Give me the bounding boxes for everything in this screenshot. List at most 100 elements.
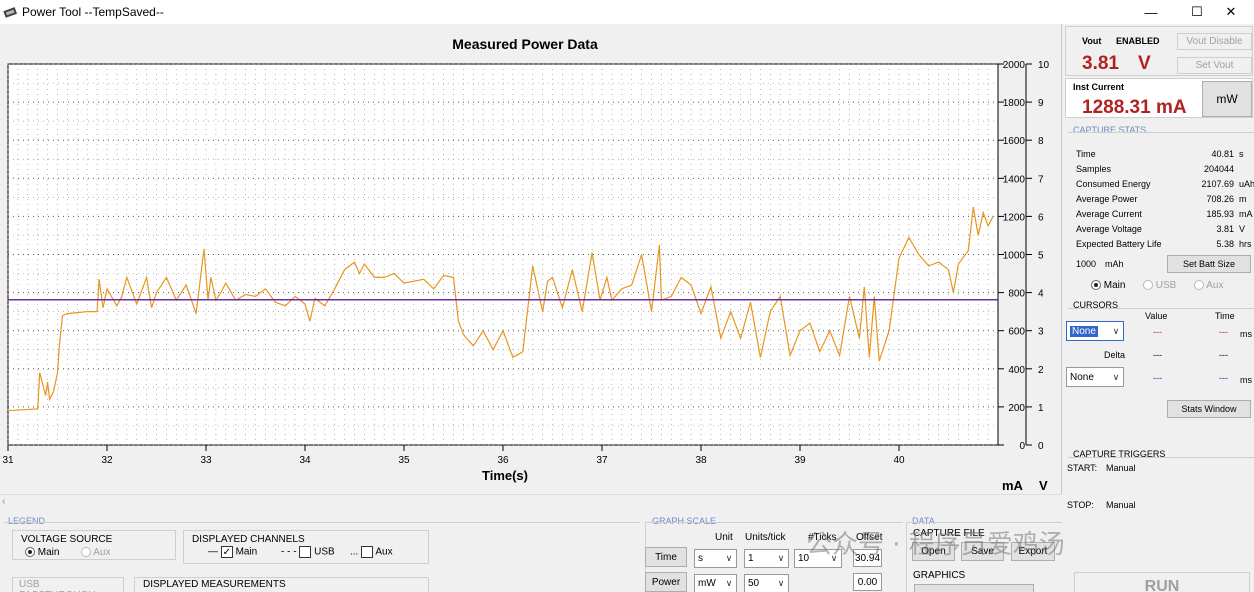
y-tick-label-ma: 400 bbox=[1008, 365, 1025, 376]
vs-aux-radio[interactable] bbox=[81, 547, 91, 558]
stat-unit: V bbox=[1239, 224, 1246, 234]
cursor2-reading: --- bbox=[1153, 373, 1162, 383]
cursor2-ms: ms bbox=[1240, 375, 1252, 385]
y-tick-label-v: 6 bbox=[1038, 212, 1044, 223]
stat-label: Consumed Energy bbox=[1076, 179, 1151, 189]
vs-main-radio[interactable] bbox=[25, 547, 35, 558]
usb-passthrough-title: USB PASSTHROUGH bbox=[19, 579, 96, 592]
vout-disable-button[interactable]: Vout Disable bbox=[1177, 33, 1252, 50]
vout-box: Vout ENABLED 3.81 V Vout Disable Set Vou… bbox=[1065, 26, 1253, 76]
ch-aux-label: Aux bbox=[375, 546, 393, 558]
delta-label: Delta bbox=[1104, 350, 1126, 360]
src-aux-option[interactable]: Aux bbox=[1194, 280, 1223, 291]
stat-value: 2107.69 bbox=[1201, 179, 1234, 189]
vs-aux-label: Aux bbox=[93, 547, 111, 558]
maximize-icon: ☐ bbox=[1191, 4, 1203, 19]
left-axis-unit: mA bbox=[1002, 478, 1023, 493]
src-usb-option[interactable]: USB bbox=[1143, 280, 1176, 291]
time-units-tick-select[interactable]: 1 ∨ bbox=[744, 549, 789, 568]
y-tick-label-v: 4 bbox=[1038, 289, 1044, 300]
run-button[interactable]: RUN bbox=[1074, 572, 1250, 592]
y-tick-label-ma: 200 bbox=[1008, 403, 1025, 414]
chevron-down-icon: ∨ bbox=[777, 553, 785, 563]
start-trigger-label: START: bbox=[1067, 463, 1098, 473]
stat-label: Samples bbox=[1076, 164, 1112, 174]
chevron-down-icon: ∨ bbox=[1112, 325, 1120, 336]
mw-toggle-button[interactable]: mW bbox=[1202, 81, 1252, 117]
ch-aux-option[interactable]: ... Aux bbox=[350, 546, 393, 558]
ch-main-checkbox[interactable]: ✓ bbox=[220, 546, 233, 558]
x-tick-label: 39 bbox=[794, 455, 806, 466]
cursor2-select[interactable]: None ∨ bbox=[1066, 367, 1124, 387]
vout-label: Vout bbox=[1082, 36, 1102, 46]
src-main-label: Main bbox=[1103, 280, 1126, 291]
usb-line-swatch: - - - bbox=[281, 546, 300, 558]
minimize-button[interactable]: — bbox=[1128, 0, 1174, 24]
y-tick-label-v: 3 bbox=[1038, 327, 1044, 338]
y-tick-label-ma: 1600 bbox=[1003, 136, 1026, 147]
chart-title: Measured Power Data bbox=[452, 36, 598, 52]
y-tick-label-v: 0 bbox=[1038, 441, 1044, 452]
scroll-left-icon[interactable]: ‹ bbox=[2, 496, 12, 510]
ch-usb-option[interactable]: - - - USB bbox=[281, 546, 335, 558]
inst-current-value: 1288.31 mA bbox=[1082, 97, 1187, 118]
ch-aux-checkbox[interactable] bbox=[361, 546, 374, 558]
stat-value: 708.26 bbox=[1206, 194, 1234, 204]
src-usb-radio[interactable] bbox=[1143, 280, 1153, 291]
x-tick-label: 32 bbox=[101, 455, 113, 466]
vs-main-option[interactable]: Main bbox=[25, 547, 59, 558]
x-tick-label: 33 bbox=[200, 455, 212, 466]
displayed-channels-group: DISPLAYED CHANNELS — ✓ Main - - - USB ..… bbox=[183, 530, 429, 564]
chevron-down-icon: ∨ bbox=[725, 553, 733, 563]
chart-scrollbar[interactable]: ‹ bbox=[0, 494, 1062, 510]
stat-unit: s bbox=[1239, 149, 1244, 159]
cursor1-ms: ms bbox=[1240, 329, 1252, 339]
chevron-down-icon: ∨ bbox=[777, 578, 785, 588]
cursor2-value: None bbox=[1070, 371, 1094, 383]
stat-label: Time bbox=[1076, 149, 1096, 159]
x-tick-label: 35 bbox=[398, 455, 410, 466]
ch-usb-checkbox[interactable] bbox=[299, 546, 312, 558]
power-units-tick-value: 50 bbox=[748, 578, 760, 589]
y-tick-label-ma: 1200 bbox=[1003, 212, 1026, 223]
time-scale-button[interactable]: Time bbox=[645, 547, 687, 567]
src-aux-radio[interactable] bbox=[1194, 280, 1204, 291]
stats-window-button[interactable]: Stats Window bbox=[1167, 400, 1251, 418]
power-offset-input[interactable]: 0.00 bbox=[853, 573, 882, 591]
power-units-tick-select[interactable]: 50 ∨ bbox=[744, 574, 789, 592]
cursor1-time: --- bbox=[1219, 327, 1228, 337]
main-line-swatch: — bbox=[208, 546, 221, 558]
voltage-source-title: VOLTAGE SOURCE bbox=[21, 534, 113, 545]
x-tick-label: 40 bbox=[893, 455, 905, 466]
stat-unit: mA bbox=[1239, 209, 1253, 219]
x-tick-label: 38 bbox=[695, 455, 707, 466]
power-unit-select[interactable]: mW ∨ bbox=[694, 574, 737, 592]
cursor1-reading: --- bbox=[1153, 327, 1162, 337]
power-tool-window: Power Tool --TempSaved-- — ☐ ✕ 0 200 400 60… bbox=[0, 0, 1254, 592]
inst-current-box: Inst Current 1288.31 mA mW bbox=[1065, 78, 1253, 118]
cursor1-value: None bbox=[1070, 325, 1098, 337]
y-tick-label-ma: 0 bbox=[1019, 441, 1025, 452]
stat-label: Expected Battery Life bbox=[1076, 239, 1162, 249]
graphics-button[interactable] bbox=[914, 584, 1034, 592]
ch-main-option[interactable]: — ✓ Main bbox=[208, 546, 257, 558]
delta-value: --- bbox=[1153, 350, 1162, 360]
y-tick-label-v: 5 bbox=[1038, 251, 1044, 262]
power-scale-button[interactable]: Power bbox=[645, 572, 687, 592]
src-main-radio[interactable] bbox=[1091, 280, 1101, 291]
batt-size-unit: mAh bbox=[1105, 259, 1124, 269]
set-vout-button[interactable]: Set Vout bbox=[1177, 57, 1252, 74]
stat-unit: uAh bbox=[1239, 179, 1254, 189]
x-axis-label: Time(s) bbox=[482, 468, 528, 483]
time-unit-select[interactable]: s ∨ bbox=[694, 549, 737, 568]
src-main-option[interactable]: Main bbox=[1091, 280, 1125, 291]
y-tick-label-v: 9 bbox=[1038, 98, 1044, 109]
divider bbox=[1068, 308, 1254, 309]
cursor1-select[interactable]: None ∨ bbox=[1066, 321, 1124, 341]
power-chart[interactable]: 0 200 400 600 800 1000 1200 1400 1600 1800 2000 0 1 2… bbox=[0, 24, 1062, 494]
close-button[interactable]: ✕ bbox=[1208, 0, 1254, 24]
y-tick-label-ma: 1000 bbox=[1003, 251, 1026, 262]
col-time-label: Time bbox=[1215, 311, 1235, 321]
vs-aux-option[interactable]: Aux bbox=[81, 547, 110, 558]
set-batt-size-button[interactable]: Set Batt Size bbox=[1167, 255, 1251, 273]
